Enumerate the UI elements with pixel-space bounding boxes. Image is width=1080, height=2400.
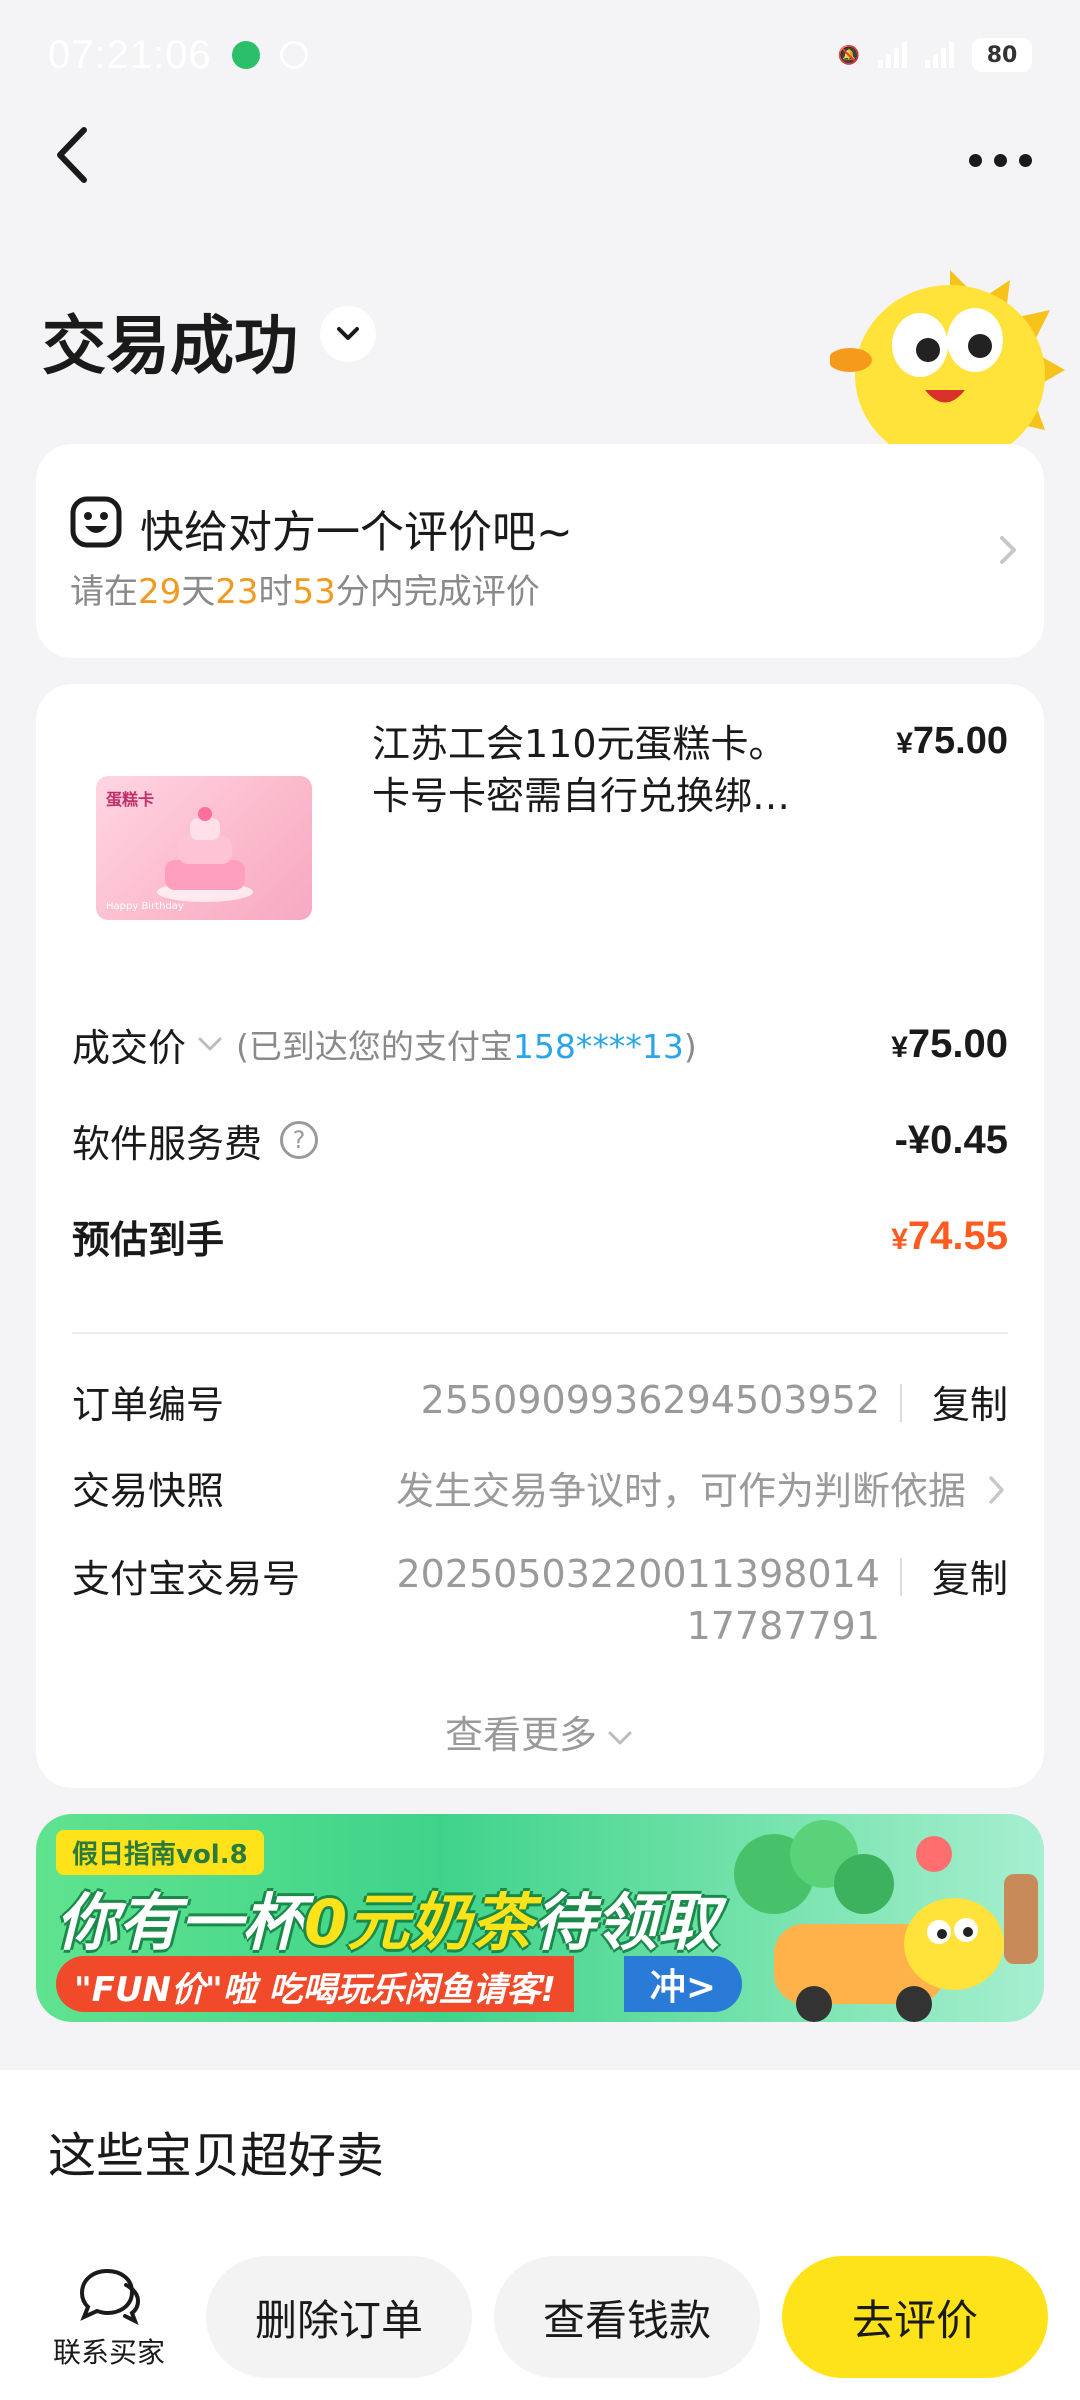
banner-headline-c: 待领取 — [533, 1886, 720, 1959]
service-fee-amount: -¥0.45 — [894, 1117, 1008, 1162]
chevron-down-icon — [337, 327, 359, 340]
alipay-trade-number-row: 支付宝交易号 20250503220011398014 17787791 复制 — [72, 1548, 1008, 1658]
currency-symbol: ¥ — [891, 1030, 908, 1064]
chevron-down-icon[interactable] — [196, 1034, 224, 1054]
banner-headline-a: 你有一杯 — [56, 1886, 305, 1959]
trade-snapshot-row[interactable]: 交易快照 发生交易争议时，可作为判断依据 — [72, 1460, 1008, 1520]
product-image[interactable]: 蛋糕卡 Happy Birthday — [96, 776, 312, 920]
banner-tag: 假日指南vol.8 — [56, 1830, 264, 1875]
signal-icon-2 — [925, 42, 954, 68]
deadline-minutes-unit: 分内完成评价 — [335, 572, 540, 612]
mascot-image — [830, 270, 1065, 450]
back-arrow-icon — [57, 127, 87, 183]
more-dot-icon — [968, 153, 982, 167]
product-price-value: 75.00 — [912, 720, 1008, 762]
product-image-foot: Happy Birthday — [106, 901, 184, 912]
separator — [900, 1384, 902, 1422]
recommend-title: 这些宝贝超好卖 — [48, 2128, 385, 2184]
deal-price-amount: ¥75.00 — [891, 1022, 1008, 1067]
deadline-hours: 23 — [215, 572, 259, 612]
review-prompt-card[interactable]: 快给对方一个评价吧~ 请在29天23时53分内完成评价 — [36, 444, 1044, 658]
banner-headline-b: 0元奶茶 — [304, 1886, 534, 1959]
estimated-receive-value: 74.55 — [907, 1213, 1008, 1258]
deal-price-value: 75.00 — [907, 1021, 1008, 1066]
alipay-trade-number-label: 支付宝交易号 — [72, 1557, 301, 1601]
deadline-prefix: 请在 — [70, 572, 138, 612]
product-image-label: 蛋糕卡 — [106, 790, 155, 809]
app-notification-icon — [231, 41, 260, 69]
alipay-trade-number-line2: 17787791 — [686, 1604, 880, 1648]
status-bar: 07:21:06 🔕 80 — [0, 0, 1080, 110]
product-title[interactable]: 江苏工会110元蛋糕卡。 卡号卡密需自行兑换绑… — [372, 718, 842, 822]
more-dot-icon — [1018, 153, 1032, 167]
chevron-right-icon — [989, 1476, 1004, 1504]
order-detail-card: 蛋糕卡 Happy Birthday 江苏工会110元蛋糕卡。 卡号卡密需自行兑… — [36, 684, 1044, 1788]
trade-snapshot-label: 交易快照 — [72, 1469, 225, 1513]
page-title: 交易成功 — [42, 310, 298, 382]
service-fee-label: 软件服务费 — [72, 1121, 263, 1166]
more-dot-icon — [993, 153, 1007, 167]
deal-price-row: 成交价 (已到达您的支付宝158****13) ¥75.00 — [72, 1014, 1008, 1074]
currency-symbol: ¥ — [891, 1222, 908, 1256]
status-time: 07:21:06 — [48, 32, 212, 77]
see-more-label: 查看更多 — [444, 1713, 597, 1757]
contact-buyer-button[interactable]: 联系买家 — [44, 2265, 174, 2371]
more-options-button[interactable] — [960, 140, 1040, 180]
review-title: 快给对方一个评价吧~ — [140, 507, 573, 558]
see-more-button[interactable]: 查看更多 — [36, 1704, 1044, 1759]
deal-note-suffix: ) — [683, 1027, 697, 1066]
go-review-button[interactable]: 去评价 — [782, 2256, 1048, 2378]
deadline-days-unit: 天 — [181, 572, 216, 612]
copy-alipay-number-button[interactable]: 复制 — [932, 1548, 1008, 1603]
delete-order-button[interactable]: 删除订单 — [206, 2256, 472, 2378]
alipay-trade-number-value: 20250503220011398014 17787791 — [320, 1548, 880, 1652]
view-funds-button[interactable]: 查看钱款 — [494, 2256, 760, 2378]
estimated-receive-label: 预估到手 — [72, 1217, 225, 1262]
deadline-hours-unit: 时 — [258, 572, 293, 612]
mute-icon: 🔕 — [837, 44, 860, 66]
deal-price-note: (已到达您的支付宝158****13) — [236, 1020, 697, 1068]
contact-buyer-label: 联系买家 — [52, 2336, 165, 2369]
alipay-account: 158****13 — [512, 1027, 684, 1066]
deal-price-label[interactable]: 成交价 — [72, 1017, 186, 1072]
product-title-line1: 江苏工会110元蛋糕卡。 — [372, 722, 787, 766]
deal-note-prefix: (已到达您的支付宝 — [236, 1027, 513, 1066]
trade-snapshot-value: 发生交易争议时，可作为判断依据 — [395, 1469, 966, 1513]
estimated-receive-row: 预估到手 ¥74.55 — [72, 1206, 1008, 1266]
help-icon[interactable]: ? — [280, 1121, 319, 1159]
chevron-right-icon — [1000, 536, 1016, 564]
smile-face-icon — [70, 496, 122, 548]
deadline-minutes: 53 — [292, 572, 336, 612]
deadline-days: 29 — [138, 572, 182, 612]
banner-subtitle: "FUN价"啦 吃喝玩乐闲鱼请客! — [56, 1956, 575, 2012]
chat-bubble-icon — [79, 2268, 141, 2325]
separator — [900, 1558, 902, 1596]
estimated-receive-amount: ¥74.55 — [891, 1214, 1008, 1259]
notification-icon — [279, 41, 308, 69]
product-title-line2: 卡号卡密需自行兑换绑… — [372, 774, 791, 818]
cake-icon — [157, 807, 253, 902]
chevron-down-icon — [608, 1731, 632, 1744]
signal-icon — [878, 42, 907, 68]
banner-headline: 你有一杯0元奶茶待领取 — [56, 1872, 719, 1962]
order-number-row: 订单编号 2550909936294503952 复制 — [72, 1374, 1008, 1434]
banner-illustration — [734, 1820, 1038, 2022]
service-fee-row: 软件服务费 ? -¥0.45 — [72, 1110, 1008, 1170]
divider — [72, 1332, 1008, 1334]
promo-banner[interactable]: 假日指南vol.8 你有一杯0元奶茶待领取 "FUN价"啦 吃喝玩乐闲鱼请客! … — [36, 1814, 1044, 2022]
order-number-value: 2550909936294503952 — [420, 1378, 880, 1422]
back-button[interactable] — [48, 120, 108, 190]
review-deadline: 请在29天23时53分内完成评价 — [70, 564, 540, 613]
battery-icon: 80 — [972, 38, 1032, 72]
copy-order-number-button[interactable]: 复制 — [932, 1374, 1008, 1429]
product-price: ¥75.00 — [896, 720, 1008, 763]
alipay-trade-number-line1: 20250503220011398014 — [396, 1552, 880, 1596]
status-expand-button[interactable] — [320, 306, 376, 362]
currency-symbol: ¥ — [896, 727, 913, 760]
order-number-label: 订单编号 — [72, 1383, 225, 1427]
